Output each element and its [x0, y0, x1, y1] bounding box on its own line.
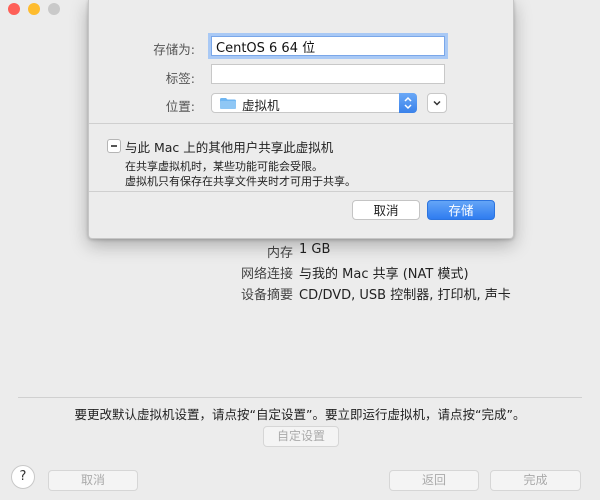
cancel-button[interactable]: 取消 [48, 470, 138, 491]
share-description-line-1: 在共享虚拟机时，某些功能可能会受限。 [125, 160, 323, 173]
summary-label: 设备摘要 [240, 288, 293, 303]
share-checkbox-label[interactable]: 与此 Mac 上的其他用户共享此虚拟机 [125, 137, 333, 156]
tags-input[interactable] [211, 64, 445, 84]
back-button[interactable]: 返回 [389, 470, 479, 491]
summary-label: 网络连接 [240, 267, 293, 282]
summary-value: CD/DVD, USB 控制器, 打印机, 声卡 [299, 288, 511, 303]
sheet-save-button[interactable]: 存储 [427, 200, 495, 220]
window-controls [8, 3, 60, 15]
summary-value: 1 GB [299, 242, 331, 257]
close-window-button[interactable] [8, 3, 20, 15]
location-popup[interactable]: 虚拟机 [211, 93, 417, 113]
share-description: 在共享虚拟机时，某些功能可能会受限。 虚拟机只有保存在共享文件夹时才可用于共享。 [125, 159, 356, 189]
instruction-text: 要更改默认虚拟机设置，请点按“自定设置”。要立即运行虚拟机，请点按“完成”。 [74, 407, 526, 422]
location-value: 虚拟机 [242, 98, 280, 113]
summary-row-network: 网络连接 与我的 Mac 共享 (NAT 模式) [0, 263, 600, 283]
folder-icon [220, 98, 236, 109]
sheet-cancel-button[interactable]: 取消 [352, 200, 420, 220]
save-sheet: 存储为: 标签: 位置: 虚拟机 与此 Mac 上的其他用 [88, 0, 514, 239]
finish-button[interactable]: 完成 [490, 470, 581, 491]
help-button[interactable]: ? [11, 465, 35, 489]
summary-value: 与我的 Mac 共享 (NAT 模式) [299, 267, 469, 282]
expand-button[interactable] [427, 93, 447, 113]
zoom-window-button[interactable] [48, 3, 60, 15]
sheet-divider [89, 191, 513, 192]
divider [18, 397, 582, 398]
summary-row-memory: 内存 1 GB [0, 242, 600, 262]
save-as-input[interactable] [211, 36, 445, 56]
assistant-window: 内存 1 GB 网络连接 与我的 Mac 共享 (NAT 模式) 设备摘要 CD… [0, 0, 600, 500]
save-as-label: 存储为: [153, 42, 195, 57]
tags-label: 标签: [165, 71, 195, 86]
share-checkbox[interactable] [107, 139, 121, 153]
share-description-line-2: 虚拟机只有保存在共享文件夹时才可用于共享。 [125, 175, 356, 188]
summary-label: 内存 [266, 246, 293, 261]
updown-chevron-icon [399, 93, 417, 113]
chevron-down-icon [433, 100, 441, 106]
minimize-window-button[interactable] [28, 3, 40, 15]
summary-row-devices: 设备摘要 CD/DVD, USB 控制器, 打印机, 声卡 [0, 284, 600, 304]
sheet-divider [89, 123, 513, 124]
location-label: 位置: [165, 99, 195, 114]
customize-settings-button[interactable]: 自定设置 [263, 426, 339, 447]
